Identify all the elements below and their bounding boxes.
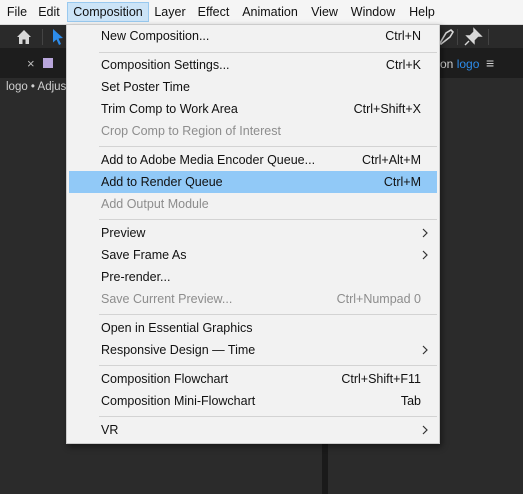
menu-item-responsive-design-time[interactable]: Responsive Design — Time: [69, 339, 437, 361]
toolbar-divider: [457, 29, 458, 45]
menu-item-shortcut: Ctrl+Shift+F11: [341, 372, 421, 386]
menu-window[interactable]: Window: [346, 2, 400, 22]
menu-bar: File Edit Composition Layer Effect Anima…: [0, 0, 523, 25]
menu-item-label: Composition Settings...: [101, 58, 230, 72]
menu-item-add-output-module: Add Output Module: [69, 193, 437, 215]
menu-item-shortcut: Ctrl+M: [383, 175, 421, 189]
selection-tool-icon[interactable]: [48, 27, 68, 47]
menu-item-shortcut: Ctrl+K: [385, 58, 421, 72]
menu-item-label: Preview: [101, 226, 146, 240]
menu-item-shortcut: Ctrl+Numpad 0: [336, 292, 421, 306]
toolbar-divider: [488, 29, 489, 45]
menu-item-label: Composition Flowchart: [101, 372, 229, 386]
toolbar-divider: [42, 29, 43, 45]
composition-tab-name: logo: [456, 57, 480, 71]
menu-item-add-to-render-queue[interactable]: Add to Render Queue Ctrl+M: [69, 171, 437, 193]
menu-item-new-composition[interactable]: New Composition... Ctrl+N: [69, 25, 437, 47]
chevron-right-icon: [421, 419, 429, 441]
menu-item-label: Composition Mini-Flowchart: [101, 394, 256, 408]
menu-effect[interactable]: Effect: [192, 2, 235, 22]
menu-item-label: Trim Comp to Work Area: [101, 102, 238, 116]
menu-separator: [99, 219, 437, 220]
menu-item-preview[interactable]: Preview: [69, 222, 437, 244]
composition-tab[interactable]: on logo: [440, 57, 479, 71]
menu-item-pre-render[interactable]: Pre-render...: [69, 266, 437, 288]
menu-separator: [99, 365, 437, 366]
menu-item-trim-comp[interactable]: Trim Comp to Work Area Ctrl+Shift+X: [69, 98, 437, 120]
menu-help[interactable]: Help: [404, 2, 440, 22]
chevron-right-icon: [421, 222, 429, 244]
menu-item-label: Add to Adobe Media Encoder Queue...: [101, 153, 316, 167]
home-icon[interactable]: [14, 27, 34, 47]
menu-item-label: Add to Render Queue: [101, 175, 223, 189]
menu-item-set-poster-time[interactable]: Set Poster Time: [69, 76, 437, 98]
menu-file[interactable]: File: [2, 2, 32, 22]
menu-item-label: Add Output Module: [101, 197, 209, 211]
menu-view[interactable]: View: [307, 2, 342, 22]
menu-item-label: Save Current Preview...: [101, 292, 233, 306]
menu-layer[interactable]: Layer: [151, 2, 189, 22]
menu-item-open-essential-graphics[interactable]: Open in Essential Graphics: [69, 317, 437, 339]
menu-composition[interactable]: Composition: [67, 2, 149, 22]
menu-item-shortcut: Ctrl+Shift+X: [353, 102, 421, 116]
menu-item-save-current-preview: Save Current Preview... Ctrl+Numpad 0: [69, 288, 437, 310]
menu-separator: [99, 52, 437, 53]
menu-item-composition-settings[interactable]: Composition Settings... Ctrl+K: [69, 54, 437, 76]
chevron-right-icon: [421, 244, 429, 266]
menu-item-label: Responsive Design — Time: [101, 343, 256, 357]
menu-item-label: Open in Essential Graphics: [101, 321, 253, 335]
menu-item-composition-flowchart[interactable]: Composition Flowchart Ctrl+Shift+F11: [69, 368, 437, 390]
chevron-right-icon: [421, 339, 429, 361]
composition-menu: New Composition... Ctrl+N Composition Se…: [66, 24, 440, 444]
menu-item-add-to-media-encoder[interactable]: Add to Adobe Media Encoder Queue... Ctrl…: [69, 149, 437, 171]
hamburger-icon[interactable]: ≡: [486, 55, 494, 71]
menu-item-composition-mini-flowchart[interactable]: Composition Mini-Flowchart Tab: [69, 390, 437, 412]
label-color-swatch: [43, 58, 53, 68]
menu-item-shortcut: Ctrl+N: [385, 29, 421, 43]
composition-tab-prefix: on: [440, 57, 454, 71]
menu-separator: [99, 146, 437, 147]
menu-item-label: Crop Comp to Region of Interest: [101, 124, 281, 138]
menu-edit[interactable]: Edit: [34, 2, 64, 22]
menu-item-label: Save Frame As: [101, 248, 187, 262]
menu-separator: [99, 314, 437, 315]
pin-tool-icon[interactable]: [463, 27, 483, 47]
menu-item-label: Pre-render...: [101, 270, 171, 284]
menu-item-shortcut: Ctrl+Alt+M: [361, 153, 421, 167]
menu-item-save-frame-as[interactable]: Save Frame As: [69, 244, 437, 266]
menu-item-crop-comp: Crop Comp to Region of Interest: [69, 120, 437, 142]
menu-item-label: New Composition...: [101, 29, 210, 43]
panel-tab-label[interactable]: logo • Adjus: [6, 81, 66, 93]
menu-item-shortcut: Tab: [400, 394, 421, 408]
menu-item-vr[interactable]: VR: [69, 419, 437, 441]
close-icon[interactable]: ×: [27, 56, 35, 72]
menu-item-label: VR: [101, 423, 119, 437]
menu-separator: [99, 416, 437, 417]
menu-item-label: Set Poster Time: [101, 80, 190, 94]
menu-animation[interactable]: Animation: [238, 2, 302, 22]
